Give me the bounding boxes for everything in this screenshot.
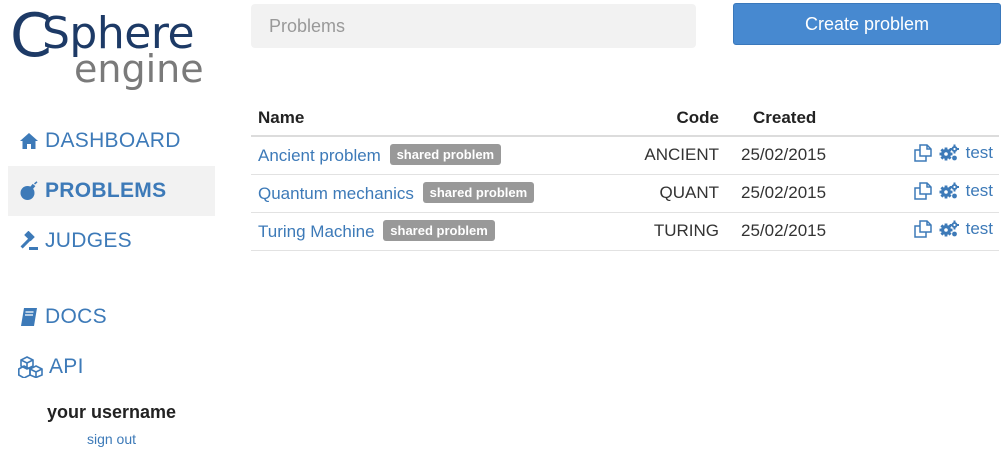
logo-engine-text: engine (74, 47, 204, 91)
clone-icon[interactable] (913, 181, 933, 201)
sidebar-item-label: API (49, 355, 84, 378)
problem-code: ANCIENT (619, 136, 719, 175)
table-header-row: Name Code Created (251, 100, 999, 137)
shared-problem-badge: shared problem (422, 182, 535, 203)
problem-created-date: 25/02/2015 (719, 212, 869, 251)
bomb-icon (18, 180, 40, 202)
book-icon (18, 306, 40, 328)
sidebar-item-label: JUDGES (45, 229, 132, 252)
problem-name-link[interactable]: Quantum mechanics (258, 184, 414, 203)
problem-name-link[interactable]: Ancient problem (258, 146, 381, 165)
problem-created-date: 25/02/2015 (719, 136, 869, 175)
column-header-actions (869, 100, 999, 137)
sidebar-item-judges[interactable]: JUDGES (8, 216, 215, 266)
table-row: Quantum mechanics shared problem QUANT 2… (251, 174, 999, 213)
table-row: Ancient problem shared problem ANCIENT 2… (251, 136, 999, 175)
test-link[interactable]: test (966, 219, 993, 239)
sidebar-item-label: DASHBOARD (45, 129, 181, 152)
gavel-icon (18, 230, 40, 252)
sign-out-link[interactable]: sign out (8, 431, 215, 447)
username: your username (46, 402, 177, 422)
test-link[interactable]: test (966, 181, 993, 201)
problems-table: Name Code Created Ancient problem shared… (251, 100, 999, 251)
search-input[interactable] (251, 4, 696, 48)
sphere-engine-logo[interactable]: C Sphere engine (8, 6, 218, 92)
problem-code: TURING (619, 212, 719, 251)
create-problem-button[interactable]: Create problem (733, 3, 1001, 45)
sidebar-nav: DASHBOARD PROBLEMS JUDGES DOCS API (8, 116, 215, 392)
gears-icon[interactable] (939, 219, 959, 239)
shared-problem-badge: shared problem (383, 220, 495, 241)
sidebar-item-docs[interactable]: DOCS (8, 292, 215, 342)
test-link[interactable]: test (966, 143, 993, 163)
sidebar-item-problems[interactable]: PROBLEMS (8, 166, 215, 216)
sidebar-item-api[interactable]: API (8, 342, 215, 392)
problem-name-link[interactable]: Turing Machine (258, 222, 375, 241)
gears-icon[interactable] (939, 143, 959, 163)
cubes-icon (18, 356, 44, 378)
column-header-name[interactable]: Name (251, 100, 619, 137)
problem-created-date: 25/02/2015 (719, 174, 869, 213)
sidebar-item-label: DOCS (45, 305, 107, 328)
sidebar-item-dashboard[interactable]: DASHBOARD (8, 116, 215, 166)
column-header-code[interactable]: Code (619, 100, 719, 137)
user-panel: your username sign out (8, 402, 215, 447)
gears-icon[interactable] (939, 181, 959, 201)
clone-icon[interactable] (913, 219, 933, 239)
home-icon (18, 130, 40, 152)
clone-icon[interactable] (913, 143, 933, 163)
sidebar-item-label: PROBLEMS (45, 179, 167, 202)
table-row: Turing Machine shared problem TURING 25/… (251, 212, 999, 251)
problem-code: QUANT (619, 174, 719, 213)
column-header-created[interactable]: Created (719, 100, 869, 137)
shared-problem-badge: shared problem (389, 144, 502, 166)
